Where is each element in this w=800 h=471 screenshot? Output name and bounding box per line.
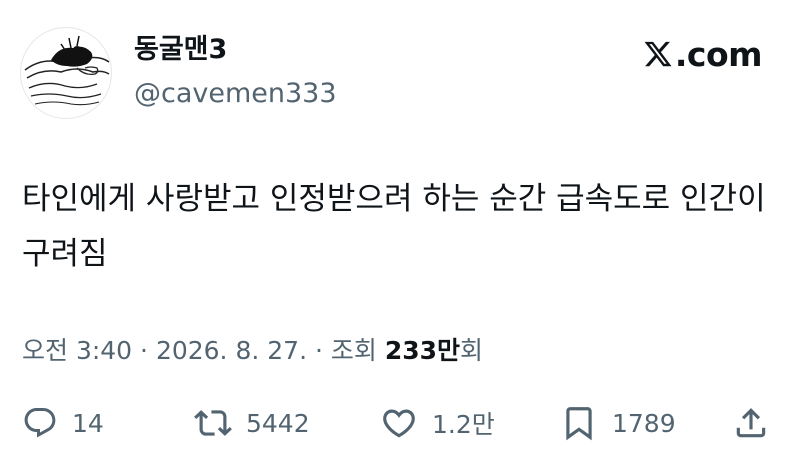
tweet-actions: 14 5442 1.2만 1789: [0, 400, 800, 446]
avatar[interactable]: [20, 27, 112, 119]
bookmark-button[interactable]: 1789: [560, 400, 676, 446]
like-button[interactable]: 1.2만: [380, 400, 495, 446]
bookmark-icon: [566, 407, 592, 441]
reply-button[interactable]: 14: [22, 400, 104, 446]
bookmark-count: 1789: [612, 408, 676, 438]
reply-icon: [24, 408, 56, 438]
views-suffix: 회: [460, 336, 484, 365]
heart-icon: [383, 409, 415, 438]
reply-count: 14: [72, 408, 104, 438]
x-brand-link[interactable]: .com: [643, 34, 763, 74]
tweet-date[interactable]: 2026. 8. 27.: [156, 336, 307, 365]
tweet-meta: 오전 3:40 · 2026. 8. 27. · 조회 233만회: [22, 333, 483, 369]
retweet-icon: [194, 410, 232, 436]
retweet-button[interactable]: 5442: [194, 400, 310, 446]
x-logo-icon: [644, 41, 672, 67]
meta-separator: ·: [132, 336, 156, 365]
tweet-text: 타인에게 사랑받고 인정받으려 하는 순간 급속도로 인간이 구려짐: [22, 181, 766, 272]
like-count: 1.2만: [432, 410, 495, 439]
author-display-name[interactable]: 동굴맨3: [134, 32, 227, 68]
brand-domain: .com: [674, 34, 763, 74]
share-icon: [736, 408, 766, 438]
tweet-time[interactable]: 오전 3:40: [22, 336, 132, 365]
author-handle[interactable]: @cavemen333: [134, 76, 337, 112]
meta-separator: ·: [307, 336, 331, 365]
retweet-count: 5442: [246, 408, 310, 438]
views-label: 조회: [330, 336, 377, 365]
cave-man-sketch-avatar-icon: [24, 35, 110, 106]
views-count: 233만: [384, 336, 461, 365]
share-button[interactable]: [732, 400, 770, 446]
